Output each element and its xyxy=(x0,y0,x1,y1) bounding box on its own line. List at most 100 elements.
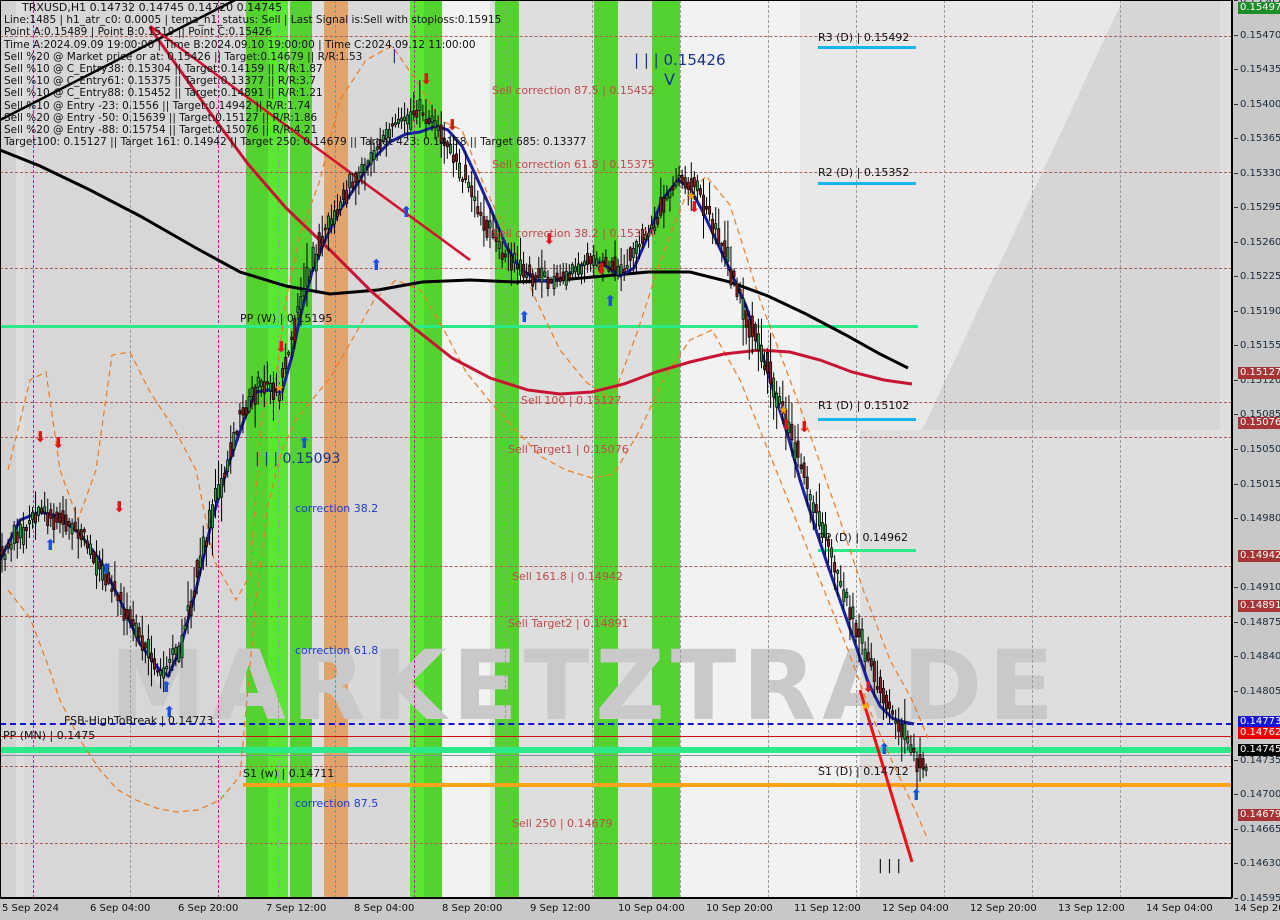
price-tick: 0.15190 xyxy=(1233,306,1280,317)
annotation-correction-382: correction 38.2 xyxy=(295,502,379,515)
annotation-point-b-marker: | | | 0.15093 xyxy=(255,451,341,467)
candle-body xyxy=(610,260,614,271)
candle-body xyxy=(857,628,861,638)
buy-arrow-icon: ⬆ xyxy=(878,740,891,758)
candle-body xyxy=(366,160,370,164)
candle-body xyxy=(680,174,684,184)
candle-body xyxy=(506,249,510,253)
candle-body xyxy=(875,686,879,690)
candle-body xyxy=(607,267,611,272)
candle-body xyxy=(28,520,31,525)
level-label-pp-daily: PP (D) | 0.14962 xyxy=(818,531,909,544)
candle-body xyxy=(189,601,193,617)
candle-body xyxy=(509,255,513,271)
time-tick: 13 Sep 12:00 xyxy=(1058,903,1125,914)
candle-body xyxy=(903,723,907,740)
candle-body xyxy=(830,547,834,558)
candle-body xyxy=(708,206,712,215)
candle-body xyxy=(192,590,196,598)
candle-body xyxy=(363,164,367,173)
candle-body xyxy=(458,162,461,179)
price-tick: 0.15295 xyxy=(1233,202,1280,213)
buy-arrow-icon: ⬆ xyxy=(298,434,311,452)
candle-body xyxy=(720,243,724,247)
price-tick: 0.15050 xyxy=(1233,444,1280,455)
candle-body xyxy=(534,275,538,280)
candle-body xyxy=(674,181,678,186)
candle-body xyxy=(265,381,269,385)
candle-body xyxy=(207,509,211,529)
candle-body xyxy=(223,472,227,478)
candle-body xyxy=(583,260,587,266)
candle-body xyxy=(177,645,181,662)
candle-body xyxy=(567,272,571,280)
candle-body xyxy=(711,218,715,234)
candle-body xyxy=(162,667,166,679)
candle-body xyxy=(360,163,364,174)
candle-body xyxy=(82,529,86,533)
candle-body xyxy=(888,701,891,709)
candle-body xyxy=(241,407,245,416)
buy-arrow-icon: ⬆ xyxy=(518,308,531,326)
candle-body xyxy=(153,658,156,670)
annotation-sell-1618: Sell 161.8 | 0.14942 xyxy=(512,570,624,583)
candle-body xyxy=(58,512,62,524)
candle-body xyxy=(256,376,260,388)
price-tick: 0.15260 xyxy=(1233,237,1280,248)
candle-body xyxy=(634,241,638,254)
chart-plot-area[interactable]: MARKETZTRADE ⬇ ⬇ ⬇ ⬆ ⬆ ⬆ ⬆ ⬇ ⬆ ⬆ ⬆ ⬇ ⬇ ⬆… xyxy=(0,0,1232,898)
candle-body xyxy=(519,259,522,276)
price-tick: 0.15365 xyxy=(1233,133,1280,144)
price-pill: 0.14891 xyxy=(1238,599,1280,612)
candle-body xyxy=(753,324,757,342)
chevron-down-marker-icon: V xyxy=(664,70,675,89)
candle-body xyxy=(95,556,98,576)
candle-body xyxy=(833,562,837,573)
time-tick: 8 Sep 04:00 xyxy=(354,903,415,914)
price-tick: 0.14875 xyxy=(1233,617,1280,628)
candle-body xyxy=(217,484,221,499)
annotation-correction-618: correction 61.8 xyxy=(295,644,379,657)
time-axis[interactable]: 5 Sep 2024 6 Sep 04:00 6 Sep 20:00 7 Sep 12… xyxy=(0,898,1280,920)
candle-body xyxy=(455,153,458,162)
candle-body xyxy=(339,201,343,210)
candle-body xyxy=(723,240,727,258)
candle-body xyxy=(839,581,843,587)
info-line: Sell %10 @ C_Entry38: 0.15304 || Target:… xyxy=(4,63,323,76)
price-tick: 0.14735 xyxy=(1233,755,1280,766)
price-pill: 0.14679 xyxy=(1238,809,1280,822)
buy-arrow-icon: ⬆ xyxy=(44,536,57,554)
price-tick: 0.14700 xyxy=(1233,789,1280,800)
candle-body xyxy=(85,540,89,549)
buy-arrow-icon: ⬆ xyxy=(370,256,383,274)
time-tick: 11 Sep 12:00 xyxy=(794,903,861,914)
annotation-sell-100: Sell 100 | 0.15127 xyxy=(521,394,622,407)
candle-body xyxy=(278,394,282,402)
candle-body xyxy=(113,581,117,590)
price-axis[interactable]: 0.155050.154700.154350.154000.153650.153… xyxy=(1232,0,1280,904)
candle-body xyxy=(808,494,812,501)
candle-body xyxy=(488,220,492,229)
candle-body xyxy=(625,265,629,269)
candle-body xyxy=(0,546,4,556)
candle-body xyxy=(369,152,373,165)
candle-body xyxy=(589,255,593,265)
candle-body xyxy=(763,365,766,370)
annotation-sell-correction-618: Sell correction 61.8 | 0.15375 xyxy=(492,158,655,171)
info-line: Sell %10 @ Entry -23: 0.1556 || Target:0… xyxy=(4,99,311,112)
candle-body xyxy=(211,504,214,528)
candle-body xyxy=(881,688,885,704)
level-label-r3-daily: R3 (D) | 0.15492 xyxy=(818,31,910,44)
price-tick: 0.15400 xyxy=(1233,99,1280,110)
star-marker-icon: ★ xyxy=(860,699,871,713)
candle-body xyxy=(894,720,898,724)
candle-body xyxy=(628,247,632,261)
candle-body xyxy=(284,356,288,369)
candle-body xyxy=(921,758,925,770)
candle-body xyxy=(214,488,217,502)
time-tick: 14 Sep 20:00 xyxy=(1234,903,1280,914)
candle-body xyxy=(73,521,77,531)
candle-body xyxy=(451,154,455,163)
candle-body xyxy=(357,171,361,182)
candle-body xyxy=(229,442,233,458)
